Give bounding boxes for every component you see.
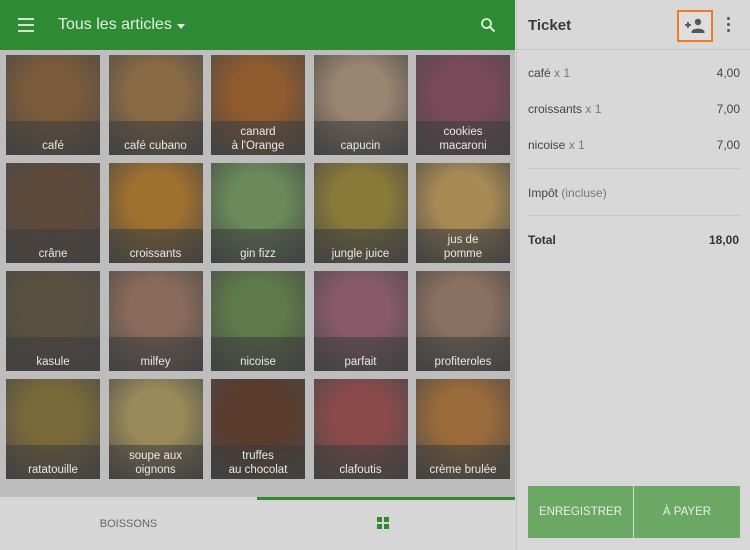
item-label: capucin: [340, 140, 381, 152]
item-tile[interactable]: truffes au chocolat: [211, 379, 305, 479]
top-app-bar: Tous les articles: [0, 0, 515, 50]
tab-all-items-grid[interactable]: [257, 497, 515, 550]
category-selector[interactable]: Tous les articles: [58, 16, 172, 34]
total-value: 18,00: [708, 233, 739, 247]
tax-label: Impôt: [528, 186, 559, 200]
pay-button[interactable]: À PAYER: [634, 486, 740, 538]
add-customer-button[interactable]: [677, 10, 713, 42]
ticket-panel: Ticket café x 1 4,00 croissants x 1 7,00 nic…: [516, 0, 750, 550]
item-tile[interactable]: ratatouille: [6, 379, 100, 479]
item-label: café: [42, 140, 64, 152]
ticket-line-price: 7,00: [716, 138, 740, 152]
item-label: profiteroles: [434, 356, 492, 368]
item-label: kasule: [36, 356, 70, 368]
total-label: Total: [528, 233, 556, 247]
item-label: gin fizz: [240, 248, 276, 260]
ticket-line-price: 4,00: [716, 66, 740, 80]
item-tile[interactable]: clafoutis: [313, 379, 408, 479]
tax-note: (incluse): [561, 186, 607, 200]
ticket-line-name: nicoise x 1: [528, 138, 585, 152]
item-tile[interactable]: crème brulée: [416, 379, 510, 479]
item-tile[interactable]: croissants: [108, 163, 203, 263]
item-label: crème brulée: [429, 464, 497, 476]
ticket-line-qty: x 1: [550, 66, 571, 80]
item-label: milfey: [140, 356, 171, 368]
item-label: jungle juice: [331, 248, 390, 260]
hamburger-icon[interactable]: [18, 18, 34, 32]
item-tile[interactable]: profiteroles: [416, 271, 510, 371]
item-label: croissants: [129, 248, 182, 260]
add-customer-icon: [685, 18, 705, 33]
item-tile[interactable]: café cubano: [108, 55, 203, 155]
ticket-line[interactable]: nicoise x 1 7,00: [528, 138, 740, 158]
divider: [528, 215, 740, 216]
item-tile[interactable]: soupe aux oignons: [108, 379, 203, 479]
ticket-line-name: café x 1: [528, 66, 571, 80]
divider: [528, 168, 740, 169]
item-tile[interactable]: nicoise: [211, 271, 305, 371]
item-label: crâne: [38, 248, 68, 260]
header-divider: [517, 49, 750, 50]
save-button[interactable]: ENREGISTRER: [528, 486, 633, 538]
items-panel: Tous les articles café café cubano canard à…: [0, 0, 515, 550]
ticket-line-name: croissants x 1: [528, 102, 602, 116]
item-label: ratatouille: [28, 464, 78, 476]
item-tile[interactable]: parfait: [313, 271, 408, 371]
item-tile[interactable]: café: [6, 55, 100, 155]
search-icon[interactable]: [480, 17, 496, 33]
ticket-line-qty: x 1: [582, 102, 602, 116]
item-tile[interactable]: cookies macaroni: [416, 55, 510, 155]
ticket-line-qty: x 1: [565, 138, 585, 152]
item-label: clafoutis: [339, 464, 382, 476]
dropdown-caret-icon[interactable]: [177, 24, 185, 29]
ticket-line[interactable]: café x 1 4,00: [528, 66, 740, 86]
item-tile[interactable]: jus de pomme: [416, 163, 510, 263]
item-label: nicoise: [240, 356, 276, 368]
item-tile[interactable]: crâne: [6, 163, 100, 263]
item-label: jus de pomme: [443, 234, 483, 260]
item-tile[interactable]: gin fizz: [211, 163, 305, 263]
item-label: truffes au chocolat: [228, 450, 288, 476]
item-label: parfait: [344, 356, 377, 368]
item-label: cookies macaroni: [439, 126, 487, 152]
item-tile[interactable]: canard à l'Orange: [211, 55, 305, 155]
grid-icon: [377, 517, 389, 529]
item-label: soupe aux oignons: [128, 450, 183, 476]
item-tile[interactable]: kasule: [6, 271, 100, 371]
item-tile[interactable]: milfey: [108, 271, 203, 371]
tax-row: Impôt (incluse): [528, 186, 607, 200]
item-label: café cubano: [124, 140, 187, 152]
item-label: canard à l'Orange: [231, 126, 285, 152]
tab-boissons[interactable]: BOISSONS: [0, 497, 257, 550]
bottom-tabs: BOISSONS: [0, 497, 515, 550]
item-tile[interactable]: jungle juice: [313, 163, 408, 263]
ticket-line-price: 7,00: [716, 102, 740, 116]
more-vert-icon[interactable]: [727, 17, 731, 33]
ticket-title: Ticket: [528, 17, 572, 34]
ticket-line[interactable]: croissants x 1 7,00: [528, 102, 740, 122]
item-tile[interactable]: capucin: [313, 55, 408, 155]
